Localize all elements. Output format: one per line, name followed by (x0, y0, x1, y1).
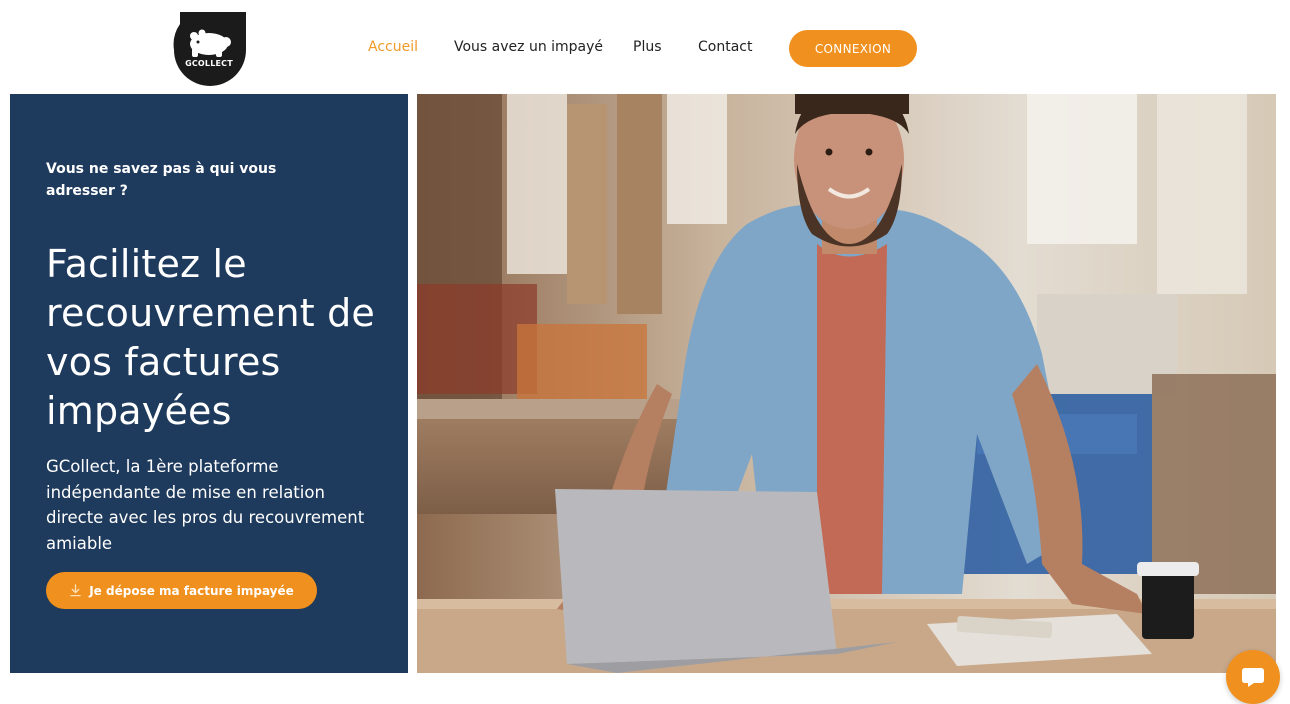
hero-description: GCollect, la 1ère plateforme indépendant… (46, 457, 365, 553)
depose-facture-button[interactable]: Je dépose ma facture impayée (46, 572, 317, 609)
chat-bubble-icon (1242, 668, 1264, 687)
nav-item-vous-avez-un-impaye[interactable]: Vous avez un impayé (454, 39, 603, 55)
workshop-man-illustration (417, 94, 1276, 673)
nav-item-contact[interactable]: Contact (698, 39, 752, 55)
depose-facture-label: Je dépose ma facture impayée (89, 583, 294, 598)
connexion-button[interactable]: CONNEXION (789, 30, 917, 67)
chat-button[interactable] (1226, 650, 1280, 704)
download-icon (70, 584, 82, 597)
nav-item-accueil[interactable]: Accueil (368, 39, 418, 55)
hero-panel: Vous ne savez pas à qui vous adresser ? … (10, 94, 408, 673)
hero-headline: Facilitez le recouvrement de vos facture… (46, 242, 376, 433)
hero-photo (417, 94, 1276, 673)
hero-eyebrow: Vous ne savez pas à qui vous adresser ? (46, 161, 277, 199)
nav-item-plus[interactable]: Plus (633, 39, 662, 55)
main-navigation: Accueil Vous avez un impayé Plus Contact… (0, 0, 1290, 94)
site-header: GCOLLECT Accueil Vous avez un impayé Plu… (0, 0, 1290, 94)
